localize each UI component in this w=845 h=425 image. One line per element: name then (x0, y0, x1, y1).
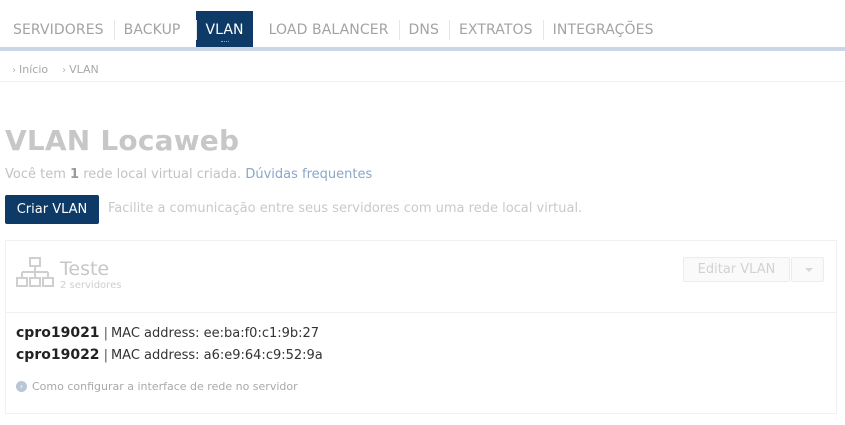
tab-backup[interactable]: BACKUP (113, 11, 191, 47)
chevron-right-icon: › (12, 65, 16, 76)
nav-divider (0, 47, 845, 51)
vlan-name: Teste (60, 258, 110, 280)
active-tab-indicator (220, 41, 229, 43)
caret-down-icon (805, 268, 813, 272)
vlan-card: Teste 2 servidores Editar VLAN cpro19021… (5, 240, 837, 414)
help-link-label: Como configurar a interface de rede no s… (32, 380, 298, 393)
breadcrumb-vlan: › VLAN (62, 63, 99, 76)
chevron-circle-icon: › (16, 381, 27, 392)
top-navigation: SERVIDORES BACKUP VLAN LOAD BALANCER DNS… (0, 0, 845, 52)
breadcrumb: › Início › VLAN (12, 63, 99, 76)
network-icon (16, 257, 54, 287)
vlan-actions-dropdown[interactable] (791, 257, 824, 282)
tab-vlan-label: VLAN (205, 22, 244, 38)
tab-load-balancer[interactable]: LOAD BALANCER (259, 11, 399, 47)
server-row: cpro19022 | MAC address: a6:e9:64:c9:52:9a (16, 347, 323, 363)
network-config-help-link[interactable]: › Como configurar a interface de rede no… (16, 380, 298, 393)
breadcrumb-vlan-label: VLAN (69, 63, 99, 76)
server-name: cpro19022 (16, 347, 100, 363)
faq-link[interactable]: Dúvidas frequentes (245, 167, 372, 182)
tab-dns[interactable]: DNS (398, 11, 449, 47)
server-name: cpro19021 (16, 325, 100, 341)
tab-extratos[interactable]: EXTRATOS (448, 11, 543, 47)
breadcrumb-divider (0, 81, 845, 82)
mac-address: MAC address: a6:e9:64:c9:52:9a (110, 348, 323, 363)
edit-vlan-button[interactable]: Editar VLAN (683, 257, 790, 282)
chevron-right-icon: › (62, 65, 67, 76)
separator: | (103, 326, 108, 341)
breadcrumb-inicio[interactable]: › Início (12, 63, 48, 76)
nav-tabs: SERVIDORES BACKUP VLAN LOAD BALANCER DNS… (3, 11, 664, 47)
breadcrumb-inicio-label: Início (19, 63, 49, 76)
page-title: VLAN Locaweb (5, 124, 240, 157)
summary-prefix: Você tem (5, 167, 71, 182)
vlan-card-header: Teste 2 servidores Editar VLAN (6, 241, 836, 313)
tab-integracoes[interactable]: INTEGRAÇÕES (542, 11, 664, 47)
create-vlan-hint: Facilite a comunicação entre seus servid… (108, 201, 583, 216)
tab-vlan[interactable]: VLAN (196, 11, 253, 47)
summary-suffix: rede local virtual criada. (79, 167, 242, 182)
separator: | (103, 348, 108, 363)
vlan-server-count: 2 servidores (60, 280, 122, 291)
mac-address: MAC address: ee:ba:f0:c1:9b:27 (110, 326, 320, 341)
tab-servidores[interactable]: SERVIDORES (3, 11, 114, 47)
create-vlan-button[interactable]: Criar VLAN (5, 195, 99, 224)
vlan-summary: Você tem 1 rede local virtual criada. Dú… (5, 167, 372, 182)
server-row: cpro19021 | MAC address: ee:ba:f0:c1:9b:27 (16, 325, 319, 341)
summary-count: 1 (70, 167, 80, 182)
